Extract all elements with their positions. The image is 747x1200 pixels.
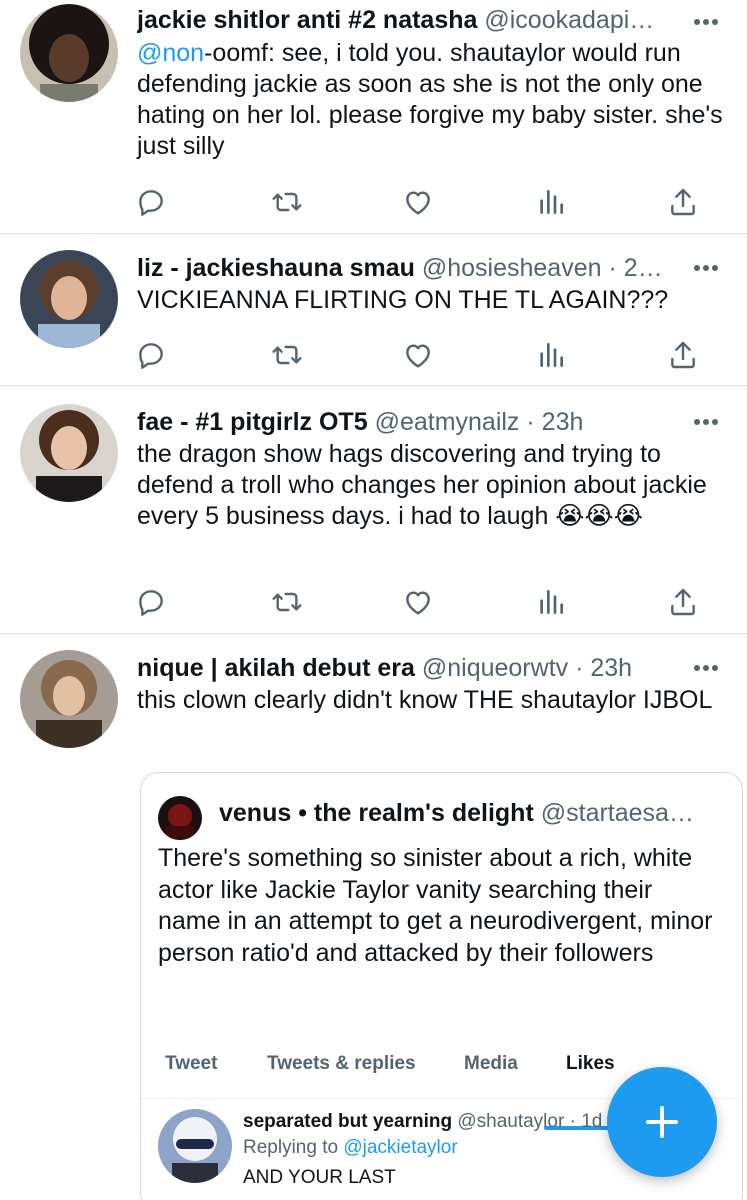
- tweet-item[interactable]: liz - jackieshauna smau @hosiesheaven · …: [0, 234, 747, 386]
- tab-tweets-replies[interactable]: Tweets & replies: [267, 1053, 416, 1075]
- avatar[interactable]: [158, 796, 202, 840]
- display-name[interactable]: fae - #1 pitgirlz OT5: [137, 408, 368, 436]
- reply-icon[interactable]: [133, 184, 169, 220]
- avatar[interactable]: [20, 650, 118, 748]
- timestamp[interactable]: 23h: [542, 408, 584, 436]
- more-icon[interactable]: [691, 12, 721, 32]
- tweet-item[interactable]: fae - #1 pitgirlz OT5 @eatmynailz · 23h …: [0, 386, 747, 634]
- tweet-header: nique | akilah debut era @niqueorwtv · 2…: [137, 654, 633, 682]
- display-name[interactable]: liz - jackieshauna smau: [137, 254, 415, 282]
- retweet-icon[interactable]: [269, 337, 305, 373]
- tab-tweet[interactable]: Tweet: [165, 1053, 217, 1075]
- avatar[interactable]: [158, 1109, 232, 1183]
- tweet-text: this clown clearly didn't know THE shaut…: [137, 686, 713, 714]
- share-icon[interactable]: [665, 584, 701, 620]
- tab-likes[interactable]: Likes: [566, 1053, 615, 1075]
- compose-button[interactable]: [607, 1067, 717, 1177]
- timestamp[interactable]: 23h: [590, 654, 632, 682]
- user-handle[interactable]: @icookadapi…: [484, 6, 654, 34]
- display-name[interactable]: nique | akilah debut era: [137, 654, 415, 682]
- tab-media[interactable]: Media: [464, 1053, 518, 1075]
- quoted-text: There's something so sinister about a ri…: [158, 844, 713, 967]
- share-icon[interactable]: [665, 337, 701, 373]
- like-icon[interactable]: [400, 584, 436, 620]
- compose-plus-icon: [646, 1106, 678, 1138]
- avatar[interactable]: [20, 250, 118, 348]
- tweet-header: liz - jackieshauna smau @hosiesheaven · …: [137, 254, 663, 282]
- tweet-header: jackie shitlor anti #2 natasha @icookada…: [137, 2, 677, 38]
- retweet-icon[interactable]: [269, 184, 305, 220]
- replying-to: Replying to @jackietaylor: [243, 1137, 458, 1158]
- user-handle[interactable]: @niqueorwtv: [422, 654, 568, 682]
- display-name[interactable]: separated but yearning: [243, 1111, 452, 1132]
- timestamp[interactable]: 2…: [624, 254, 663, 282]
- user-handle[interactable]: @eatmynailz: [375, 408, 520, 436]
- tweet-text: @non-oomf: see, i told you. shautaylor w…: [137, 39, 723, 160]
- embedded-text: AND YOUR LAST: [243, 1167, 396, 1188]
- user-handle[interactable]: @startaesa…: [541, 799, 694, 827]
- more-icon[interactable]: [691, 412, 721, 432]
- tweet-text: VICKIEANNA FLIRTING ON THE TL AGAIN???: [137, 286, 669, 314]
- reply-icon[interactable]: [133, 337, 169, 373]
- reply-icon[interactable]: [133, 584, 169, 620]
- share-icon[interactable]: [665, 184, 701, 220]
- avatar[interactable]: [20, 4, 118, 102]
- timestamp[interactable]: 1d: [581, 1111, 602, 1132]
- tweet-text: the dragon show hags discovering and try…: [137, 440, 707, 530]
- tweet-actions: [137, 584, 712, 620]
- user-handle[interactable]: @hosiesheaven: [422, 254, 602, 282]
- mention-link[interactable]: @jackietaylor: [343, 1137, 457, 1158]
- tweet-actions: [137, 337, 712, 373]
- mention-link[interactable]: @non: [137, 39, 204, 67]
- tweet-header: fae - #1 pitgirlz OT5 @eatmynailz · 23h: [137, 408, 584, 436]
- like-icon[interactable]: [400, 337, 436, 373]
- user-handle[interactable]: @shautaylor: [457, 1111, 564, 1132]
- more-icon[interactable]: [691, 658, 721, 678]
- embedded-header: separated but yearning @shautaylor · 1d: [243, 1111, 603, 1132]
- views-icon[interactable]: [533, 337, 569, 373]
- tweet-item[interactable]: jackie shitlor anti #2 natasha @icookada…: [0, 0, 747, 234]
- more-icon[interactable]: [691, 258, 721, 278]
- quoted-header: venus • the realm's delight @startaesa…: [219, 795, 712, 831]
- retweet-icon[interactable]: [269, 584, 305, 620]
- tweet-actions: [137, 184, 712, 220]
- display-name[interactable]: jackie shitlor anti #2 natasha: [137, 6, 477, 34]
- avatar[interactable]: [20, 404, 118, 502]
- like-icon[interactable]: [400, 184, 436, 220]
- display-name[interactable]: venus • the realm's delight: [219, 799, 534, 827]
- views-icon[interactable]: [533, 584, 569, 620]
- views-icon[interactable]: [533, 184, 569, 220]
